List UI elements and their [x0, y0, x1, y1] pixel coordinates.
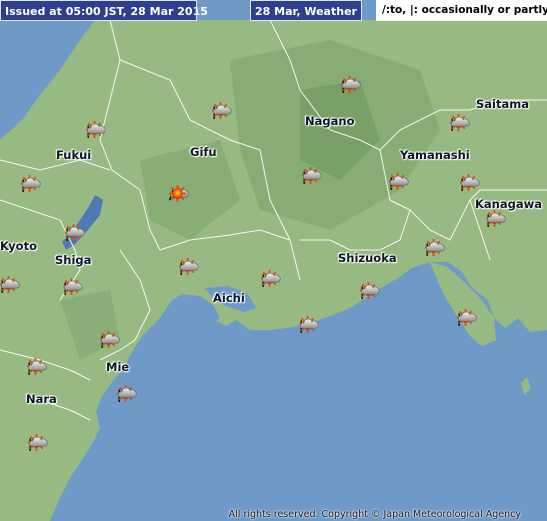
cloud-icon: [28, 436, 48, 447]
forecast-marker: |: [450, 114, 470, 134]
forecast-marker: |: [212, 102, 232, 122]
cloud-icon: [450, 116, 470, 127]
forecast-marker: |: [341, 76, 361, 96]
cloud-icon: [63, 280, 83, 291]
forecast-marker: |: [299, 316, 319, 336]
cloud-icon: [117, 387, 137, 398]
cloud-icon: [86, 123, 106, 134]
label-fukui: Fukui: [56, 148, 92, 162]
cloud-icon: [425, 241, 445, 252]
forecast-marker: |: [302, 167, 322, 187]
issued-time-banner: Issued at 05:00 JST, 28 Mar 2015: [0, 0, 208, 21]
forecast-marker: |: [486, 210, 506, 230]
cloud-icon: [389, 175, 409, 186]
forecast-marker: |: [27, 358, 47, 378]
label-nara: Nara: [26, 392, 57, 406]
forecast-marker: |: [117, 385, 137, 405]
cloud-icon: [457, 311, 477, 322]
cloud-icon: [212, 104, 232, 115]
forecast-marker: |: [457, 309, 477, 329]
forecast-marker: |: [360, 282, 380, 302]
forecast-marker: |: [63, 278, 83, 298]
label-mie: Mie: [106, 360, 130, 374]
forecast-marker: |: [28, 434, 48, 454]
cloud-icon: [261, 272, 281, 283]
cloud-icon: [21, 177, 41, 188]
sun-icon: [169, 185, 186, 202]
cloud-icon: [486, 212, 506, 223]
forecast-marker: |: [425, 239, 445, 259]
cloud-icon: [360, 284, 380, 295]
forecast-marker: |: [86, 121, 106, 141]
forecast-marker: |: [179, 258, 199, 278]
forecast-marker: /: [169, 185, 189, 205]
weather-map: Fukui Gifu Nagano Saitama Yamanashi Kana…: [0, 0, 547, 521]
cloud-icon: [341, 78, 361, 89]
forecast-marker: |: [389, 173, 409, 193]
forecast-marker: |: [65, 224, 85, 244]
cloud-icon: [65, 226, 85, 237]
forecast-marker: |: [460, 174, 480, 194]
copyright-text: All rights reserved. Copyright © Japan M…: [228, 509, 521, 520]
label-kyoto: Kyoto: [0, 239, 37, 253]
cloud-icon: [179, 260, 199, 271]
cloud-icon: [27, 360, 47, 371]
forecast-marker: |: [21, 175, 41, 195]
cloud-icon: [460, 176, 480, 187]
forecast-marker: |: [0, 276, 20, 296]
cloud-icon: [0, 278, 20, 289]
label-aichi: Aichi: [213, 291, 245, 305]
cloud-icon: [302, 169, 322, 180]
cloud-icon: [299, 318, 319, 329]
label-saitama: Saitama: [476, 97, 529, 111]
label-kanagawa: Kanagawa: [475, 197, 542, 211]
label-yamanashi: Yamanashi: [400, 148, 470, 162]
label-shizuoka: Shizuoka: [338, 251, 397, 265]
forecast-marker: |: [100, 331, 120, 351]
label-shiga: Shiga: [55, 253, 92, 267]
label-gifu: Gifu: [190, 145, 217, 159]
cloud-icon: [100, 333, 120, 344]
label-nagano: Nagano: [305, 114, 355, 128]
forecast-marker: |: [261, 270, 281, 290]
legend-banner: /:to, |: occasionally or partly: [376, 0, 547, 21]
forecast-date-banner: 28 Mar, Weather: [250, 0, 362, 21]
